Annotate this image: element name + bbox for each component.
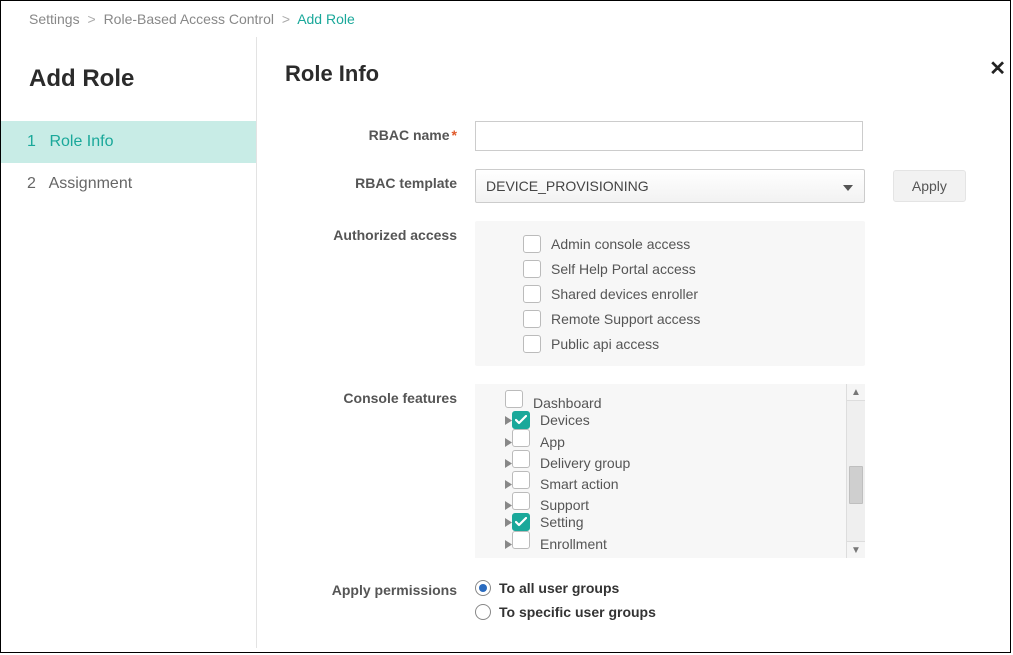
expand-caret-icon[interactable] xyxy=(505,455,512,471)
console-feature-option: Enrollment xyxy=(505,531,836,552)
checkbox[interactable] xyxy=(523,285,541,303)
checkbox[interactable] xyxy=(523,310,541,328)
checkbox[interactable] xyxy=(512,429,530,447)
authorized-access-option: Public api access xyxy=(523,331,853,356)
checkbox[interactable] xyxy=(512,513,530,531)
authorized-access-panel: Admin console access Self Help Portal acc… xyxy=(475,221,865,366)
label-rbac-name: RBAC name* xyxy=(285,121,475,143)
rbac-template-select[interactable]: DEVICE_PROVISIONING xyxy=(475,169,865,203)
expand-caret-icon[interactable] xyxy=(505,497,512,513)
checkbox[interactable] xyxy=(512,471,530,489)
required-marker: * xyxy=(452,127,457,143)
authorized-access-option: Admin console access xyxy=(523,231,853,256)
expand-caret-icon[interactable] xyxy=(505,476,512,492)
rbac-name-input[interactable] xyxy=(475,121,863,151)
expand-caret-icon[interactable] xyxy=(505,434,512,450)
wizard-step-role-info[interactable]: 1 Role Info xyxy=(1,121,256,163)
section-heading: Role Info xyxy=(285,61,982,87)
expand-caret-icon[interactable] xyxy=(505,412,512,428)
checkbox[interactable] xyxy=(512,492,530,510)
option-label: Public api access xyxy=(551,336,659,352)
label-authorized-access: Authorized access xyxy=(285,221,475,243)
console-features-panel: DashboardDevices App Delivery group Smart a… xyxy=(475,384,865,558)
checkbox[interactable] xyxy=(523,335,541,353)
checkbox[interactable] xyxy=(505,390,523,408)
console-feature-option: Support xyxy=(505,492,836,513)
option-label: Support xyxy=(540,497,589,513)
apply-button[interactable]: Apply xyxy=(893,170,966,202)
breadcrumb-sep: > xyxy=(282,11,290,27)
breadcrumb: Settings > Role-Based Access Control > A… xyxy=(1,1,1010,37)
step-number: 1 xyxy=(27,133,45,151)
scroll-thumb[interactable] xyxy=(849,466,863,504)
close-icon[interactable]: ✕ xyxy=(989,59,1006,79)
breadcrumb-current: Add Role xyxy=(297,11,355,27)
expand-caret-icon[interactable] xyxy=(505,514,512,530)
console-feature-option: Dashboard xyxy=(505,390,836,411)
radio-label: To all user groups xyxy=(499,580,619,596)
option-label: Dashboard xyxy=(533,395,602,411)
radio-all-user-groups[interactable] xyxy=(475,580,491,596)
step-number: 2 xyxy=(27,175,45,193)
authorized-access-option: Shared devices enroller xyxy=(523,281,853,306)
scroll-down-icon[interactable]: ▼ xyxy=(847,541,865,558)
console-feature-option: Delivery group xyxy=(505,450,836,471)
option-label: Admin console access xyxy=(551,236,690,252)
wizard-step-assignment[interactable]: 2 Assignment xyxy=(1,163,256,205)
checkbox[interactable] xyxy=(512,450,530,468)
checkbox[interactable] xyxy=(512,411,530,429)
console-feature-option: Devices xyxy=(505,411,836,429)
radio-specific-user-groups[interactable] xyxy=(475,604,491,620)
authorized-access-option: Self Help Portal access xyxy=(523,256,853,281)
label-apply-permissions: Apply permissions xyxy=(285,576,475,598)
step-label: Role Info xyxy=(49,133,113,150)
label-rbac-template: RBAC template xyxy=(285,169,475,191)
console-feature-option: App xyxy=(505,429,836,450)
scroll-up-icon[interactable]: ▲ xyxy=(847,384,865,401)
console-feature-option: Setting xyxy=(505,513,836,531)
option-label: Delivery group xyxy=(540,455,630,471)
option-label: Self Help Portal access xyxy=(551,261,696,277)
step-label: Assignment xyxy=(49,175,133,192)
label-console-features: Console features xyxy=(285,384,475,406)
checkbox[interactable] xyxy=(523,235,541,253)
option-label: Shared devices enroller xyxy=(551,286,698,302)
checkbox[interactable] xyxy=(512,531,530,549)
option-label: Remote Support access xyxy=(551,311,700,327)
console-feature-option: Smart action xyxy=(505,471,836,492)
page-title: Add Role xyxy=(29,65,256,93)
wizard-sidebar: Add Role 1 Role Info 2 Assignment xyxy=(1,37,257,648)
radio-label: To specific user groups xyxy=(499,604,656,620)
option-label: App xyxy=(540,434,565,450)
authorized-access-option: Remote Support access xyxy=(523,306,853,331)
option-label: Devices xyxy=(540,412,590,428)
checkbox[interactable] xyxy=(523,260,541,278)
breadcrumb-settings[interactable]: Settings xyxy=(29,11,80,27)
scrollbar[interactable]: ▲ ▼ xyxy=(846,384,865,558)
breadcrumb-sep: > xyxy=(87,11,95,27)
expand-caret-icon[interactable] xyxy=(505,536,512,552)
option-label: Smart action xyxy=(540,476,619,492)
option-label: Enrollment xyxy=(540,536,607,552)
breadcrumb-rbac[interactable]: Role-Based Access Control xyxy=(104,11,274,27)
option-label: Setting xyxy=(540,514,584,530)
